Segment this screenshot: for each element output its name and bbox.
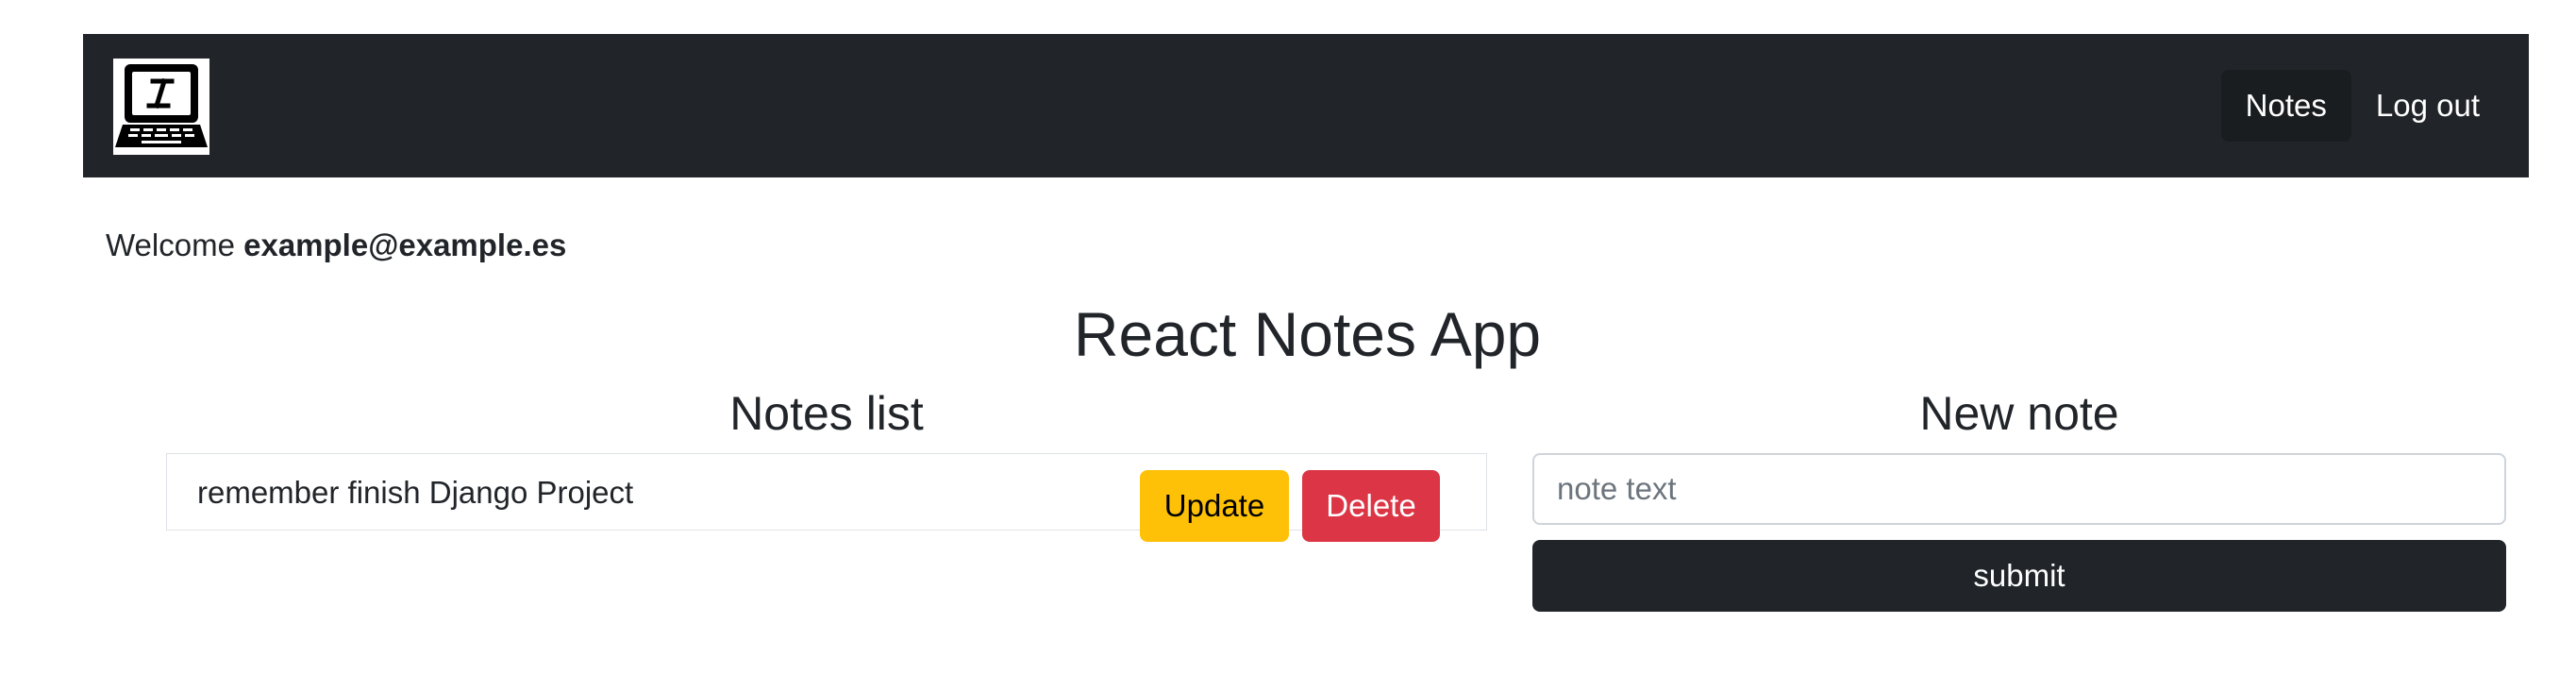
delete-note-button[interactable]: Delete	[1302, 470, 1440, 542]
note-list-item: remember finish Django Project	[166, 453, 1487, 531]
note-text-input[interactable]	[1532, 453, 2506, 525]
note-text: remember finish Django Project	[197, 475, 634, 510]
update-note-button[interactable]: Update	[1140, 470, 1289, 542]
user-email: example@example.es	[243, 228, 567, 262]
notes-list-title: Notes list	[729, 387, 924, 440]
welcome-message: Welcome example@example.es	[106, 227, 566, 264]
top-navbar: Notes Log out	[83, 34, 2529, 177]
nav-notes-link[interactable]: Notes	[2220, 70, 2351, 142]
submit-note-button[interactable]: submit	[1532, 540, 2506, 612]
nav-links: Notes Log out	[2220, 70, 2504, 142]
new-note-title: New note	[1919, 387, 2119, 440]
page-title: React Notes App	[1073, 299, 1542, 369]
nav-logout-link[interactable]: Log out	[2351, 70, 2504, 142]
welcome-prefix: Welcome	[106, 228, 235, 262]
laptop-logo-icon[interactable]	[113, 59, 209, 155]
